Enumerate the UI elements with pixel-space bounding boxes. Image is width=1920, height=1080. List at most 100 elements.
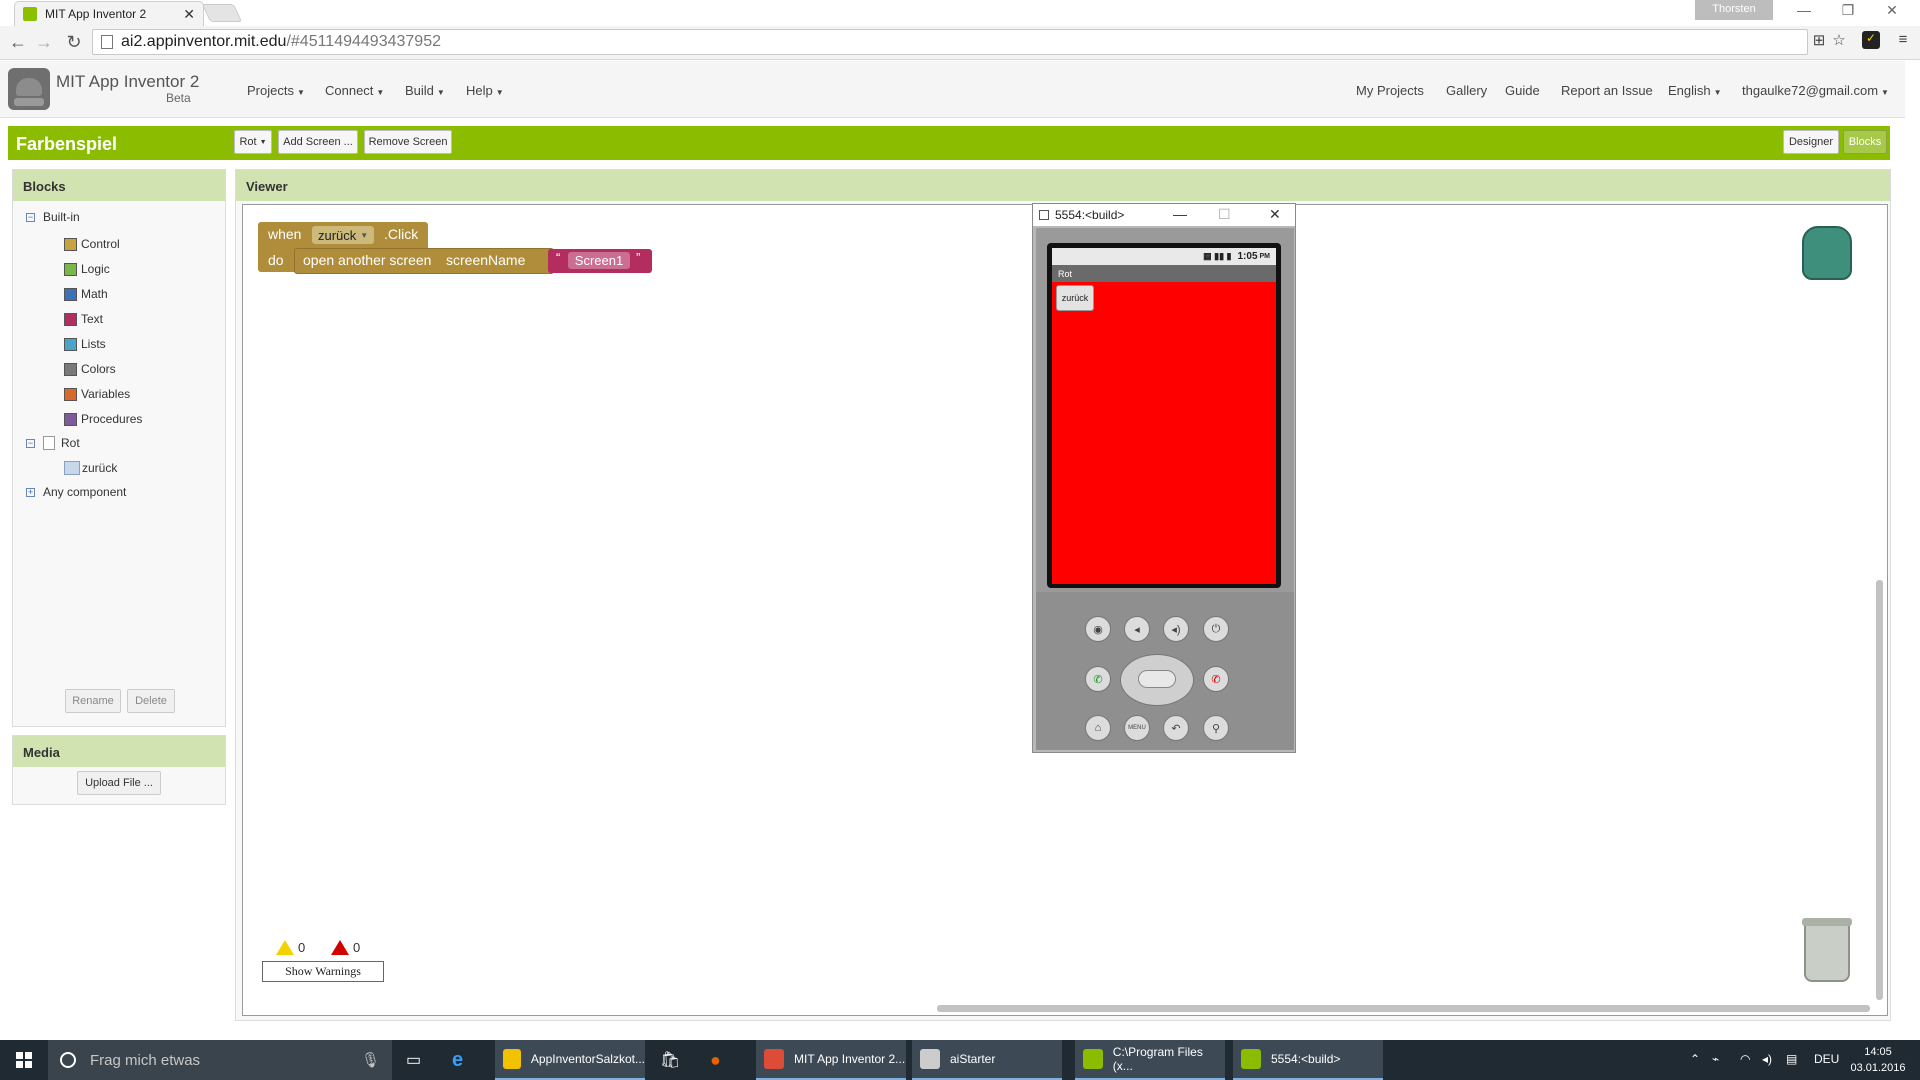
edge-icon[interactable]: e — [444, 1040, 463, 1080]
home-icon[interactable]: ⌂ — [1085, 715, 1111, 741]
reload-icon[interactable]: ↻ — [64, 32, 84, 53]
string-value-field[interactable]: Screen1 — [568, 252, 630, 269]
back-icon[interactable]: ↶ — [1163, 715, 1189, 741]
quote-close-label: ” — [636, 250, 641, 265]
drawer-colors[interactable]: Colors — [64, 362, 116, 376]
menu-build[interactable]: Build ▼ — [405, 83, 445, 98]
menu-connect[interactable]: Connect ▼ — [325, 83, 384, 98]
tree-any-component[interactable]: + Any component — [26, 485, 126, 499]
drawer-text[interactable]: Text — [64, 312, 103, 326]
tree-builtin-label: Built-in — [43, 210, 80, 224]
taskbar-app-2[interactable]: aiStarter — [912, 1040, 1062, 1080]
link-my-projects[interactable]: My Projects — [1356, 83, 1424, 98]
minimize-window-icon[interactable]: — — [1784, 2, 1824, 18]
tree-builtin[interactable]: − Built-in — [26, 210, 80, 224]
dpad-center-button[interactable] — [1138, 670, 1176, 688]
blocks-button[interactable]: Blocks — [1843, 130, 1887, 154]
emulator-close-icon[interactable]: ✕ — [1269, 206, 1281, 223]
browser-tab[interactable]: MIT App Inventor 2 ✕ — [14, 1, 204, 26]
show-warnings-button[interactable]: Show Warnings — [262, 961, 384, 982]
tree-any-component-label: Any component — [43, 485, 127, 499]
power-icon[interactable]: ⏻ — [1203, 616, 1229, 642]
tray-wifi-icon[interactable]: ◠ — [1740, 1052, 1750, 1066]
tray-keyboard-icon[interactable]: ▤ — [1786, 1052, 1797, 1066]
emulator-window-icon — [1039, 210, 1049, 220]
app-inventor-logo-icon[interactable] — [8, 68, 50, 110]
backpack-icon[interactable] — [1802, 226, 1852, 280]
drawer-logic[interactable]: Logic — [64, 262, 110, 276]
emulator-titlebar[interactable]: 5554:<build> — ☐ ✕ — [1033, 204, 1295, 226]
camera-icon[interactable]: ◉ — [1085, 616, 1111, 642]
call-icon[interactable]: ✆ — [1085, 666, 1111, 692]
workspace-horizontal-scrollbar[interactable] — [937, 1005, 1870, 1012]
drawer-lists[interactable]: Lists — [64, 337, 106, 351]
task-view-icon[interactable]: ▭ — [398, 1040, 421, 1080]
tray-language[interactable]: DEU — [1814, 1052, 1839, 1066]
search-icon[interactable]: ⚲ — [1203, 715, 1229, 741]
delete-button[interactable]: Delete — [127, 689, 175, 713]
address-bar[interactable]: ai2.appinventor.mit.edu/#451149449343795… — [92, 29, 1808, 55]
emulator-minimize-icon[interactable]: — — [1173, 206, 1187, 222]
trash-can-icon[interactable] — [1802, 918, 1852, 982]
extension-icon[interactable]: ✓ — [1862, 31, 1880, 49]
drawer-label: Colors — [81, 362, 116, 376]
profile-badge[interactable]: Thorsten — [1695, 0, 1773, 20]
browser-toolbar: ← → ↻ ai2.appinventor.mit.edu/#451149449… — [0, 26, 1920, 60]
collapse-toggle-icon[interactable]: − — [26, 212, 35, 222]
tab-close-icon[interactable]: ✕ — [183, 6, 195, 23]
drawer-variables[interactable]: Variables — [64, 387, 130, 401]
menu-button[interactable]: MENU — [1124, 715, 1150, 741]
collapse-toggle-icon[interactable]: − — [26, 438, 35, 448]
menu-account[interactable]: thgaulke72@gmail.com ▼ — [1742, 83, 1889, 98]
bookmark-star-icon[interactable]: ☆ — [1830, 31, 1848, 49]
component-dropdown[interactable]: zurück ▼ — [312, 226, 375, 244]
translate-icon[interactable]: ⊞ — [1810, 31, 1828, 49]
volume-down-icon[interactable]: ◂ — [1124, 616, 1150, 642]
tray-volume-icon[interactable]: ◂) — [1762, 1052, 1772, 1066]
taskbar-clock[interactable]: 14:05 03.01.2016 — [1840, 1044, 1916, 1076]
menu-help[interactable]: Help ▼ — [466, 83, 504, 98]
rename-button[interactable]: Rename — [65, 689, 121, 713]
menu-projects[interactable]: Projects ▼ — [247, 83, 305, 98]
chrome-menu-icon[interactable]: ≡ — [1894, 31, 1912, 49]
tree-screen-rot[interactable]: − Rot — [26, 436, 80, 450]
app-inventor-favicon-icon — [23, 7, 37, 21]
cortana-search-box[interactable]: Frag mich etwas 🎙 — [48, 1040, 392, 1080]
workspace-vertical-scrollbar[interactable] — [1876, 580, 1883, 1000]
link-report-issue[interactable]: Report an Issue — [1561, 83, 1653, 98]
drawer-math[interactable]: Math — [64, 287, 108, 301]
designer-button[interactable]: Designer — [1783, 130, 1839, 154]
back-arrow-icon[interactable]: ← — [8, 32, 28, 53]
firefox-icon[interactable]: ● — [702, 1040, 721, 1080]
drawer-control[interactable]: Control — [64, 237, 120, 251]
taskbar-app-4[interactable]: 5554:<build> — [1233, 1040, 1383, 1080]
close-window-icon[interactable]: ✕ — [1872, 2, 1912, 19]
taskbar-app-1[interactable]: MIT App Inventor 2... — [756, 1040, 906, 1080]
phone-zurueck-button[interactable]: zurück — [1056, 285, 1094, 311]
volume-up-icon[interactable]: ◂) — [1163, 616, 1189, 642]
remove-screen-button[interactable]: Remove Screen — [364, 130, 452, 154]
link-guide[interactable]: Guide — [1505, 83, 1540, 98]
menu-language[interactable]: English ▼ — [1668, 83, 1722, 98]
phone-time: 1:05 — [1237, 251, 1258, 262]
tray-network-icon[interactable]: ⌁ — [1712, 1052, 1719, 1066]
link-gallery[interactable]: Gallery — [1446, 83, 1487, 98]
restore-window-icon[interactable]: ❐ — [1828, 2, 1868, 19]
drawer-color-icon — [64, 387, 77, 401]
upload-file-button[interactable]: Upload File ... — [77, 771, 161, 795]
add-screen-button[interactable]: Add Screen ... — [278, 130, 358, 154]
store-icon[interactable]: 🛍 — [652, 1040, 680, 1080]
tray-chevron-icon[interactable]: ⌃ — [1690, 1052, 1700, 1066]
microphone-icon[interactable]: 🎙 — [361, 1051, 380, 1069]
screen-selector[interactable]: Rot ▼ — [234, 130, 272, 154]
emulator-maximize-icon[interactable]: ☐ — [1218, 206, 1231, 223]
tree-component-zurueck[interactable]: zurück — [64, 461, 117, 475]
drawer-procedures[interactable]: Procedures — [64, 412, 142, 426]
start-button[interactable] — [0, 1040, 48, 1080]
forward-arrow-icon[interactable]: → — [34, 32, 54, 53]
expand-toggle-icon[interactable]: + — [26, 487, 35, 497]
taskbar-app-0[interactable]: AppInventorSalzkot... — [495, 1040, 645, 1080]
end-call-icon[interactable]: ✆ — [1203, 666, 1229, 692]
drawer-label: Math — [81, 287, 108, 301]
taskbar-app-3[interactable]: C:\Program Files (x... — [1075, 1040, 1225, 1080]
